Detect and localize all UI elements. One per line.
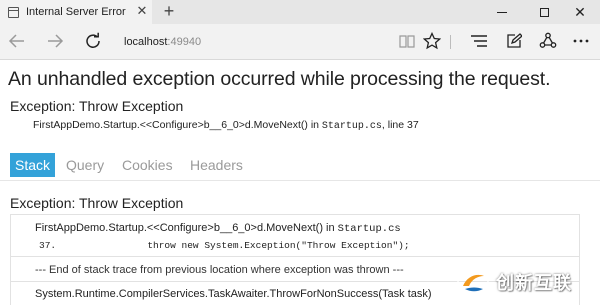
frame-method: FirstAppDemo.Startup.<<Configure>b__6_0>… bbox=[35, 222, 338, 234]
address-port: :49940 bbox=[167, 36, 202, 48]
maximize-button[interactable] bbox=[524, 0, 564, 24]
hub-button[interactable] bbox=[467, 29, 491, 53]
address-bar[interactable]: localhost:49940 bbox=[124, 32, 394, 52]
toolbar-divider bbox=[450, 35, 451, 49]
separator-text: --- End of stack trace from previous loc… bbox=[35, 264, 404, 276]
tab-title: Internal Server Error bbox=[26, 6, 126, 18]
watermark: 创新互联 bbox=[456, 262, 596, 302]
tab-stack[interactable]: Stack bbox=[10, 153, 56, 177]
exception-file: Startup.cs bbox=[321, 121, 382, 132]
close-window-button[interactable]: ✕ bbox=[560, 0, 600, 24]
tab-cookies[interactable]: Cookies bbox=[122, 153, 173, 177]
web-note-button[interactable] bbox=[502, 29, 526, 53]
title-bar: Internal Server Error ✕ + ✕ bbox=[0, 0, 600, 24]
detail-tabs: Stack Query Cookies Headers bbox=[0, 149, 600, 181]
tab-headers[interactable]: Headers bbox=[190, 153, 243, 177]
close-window-icon: ✕ bbox=[574, 4, 586, 20]
hub-icon bbox=[471, 35, 487, 47]
ellipsis-icon bbox=[573, 39, 589, 43]
source-code-line: 37. throw new System.Exception("Throw Ex… bbox=[39, 240, 410, 251]
refresh-button[interactable] bbox=[80, 28, 106, 54]
minimize-icon bbox=[497, 11, 507, 13]
address-host: localhost bbox=[124, 36, 168, 48]
page-title: An unhandled exception occurred while pr… bbox=[8, 68, 551, 90]
more-button[interactable] bbox=[569, 29, 593, 53]
exception-line: , line 37 bbox=[381, 119, 419, 131]
frame-method-line: FirstAppDemo.Startup.<<Configure>b__6_0>… bbox=[35, 222, 401, 235]
reading-view-button[interactable] bbox=[395, 29, 419, 53]
watermark-text: 创新互联 bbox=[496, 273, 572, 294]
plus-icon[interactable]: + bbox=[160, 2, 178, 20]
stack-frame[interactable]: FirstAppDemo.Startup.<<Configure>b__6_0>… bbox=[11, 215, 579, 257]
exception-title: Exception: Throw Exception bbox=[10, 98, 184, 114]
arrow-left-icon bbox=[8, 34, 24, 48]
watermark-logo bbox=[457, 266, 489, 298]
pen-square-icon bbox=[507, 33, 522, 48]
stack-exception-title: Exception: Throw Exception bbox=[10, 195, 184, 211]
exception-method: FirstAppDemo.Startup.<<Configure>b__6_0>… bbox=[33, 119, 322, 131]
favorite-button[interactable] bbox=[420, 29, 444, 53]
star-icon bbox=[423, 32, 441, 50]
browser-tab[interactable]: Internal Server Error ✕ bbox=[0, 0, 152, 24]
book-icon bbox=[399, 35, 415, 48]
back-button[interactable] bbox=[4, 28, 30, 54]
tab-query[interactable]: Query bbox=[66, 153, 104, 177]
frame-method: System.Runtime.CompilerServices.TaskAwai… bbox=[35, 288, 432, 300]
close-icon[interactable]: ✕ bbox=[136, 4, 148, 17]
forward-button[interactable] bbox=[42, 28, 68, 54]
page-icon bbox=[8, 6, 19, 18]
exception-location: FirstAppDemo.Startup.<<Configure>b__6_0>… bbox=[33, 119, 419, 132]
toolbar: localhost:49940 bbox=[0, 24, 600, 60]
share-button[interactable] bbox=[536, 29, 560, 53]
maximize-icon bbox=[539, 7, 549, 17]
arrow-right-icon bbox=[48, 34, 64, 48]
minimize-button[interactable] bbox=[482, 0, 522, 24]
refresh-icon bbox=[86, 32, 100, 48]
frame-file: Startup.cs bbox=[337, 223, 401, 235]
share-icon bbox=[539, 32, 557, 48]
